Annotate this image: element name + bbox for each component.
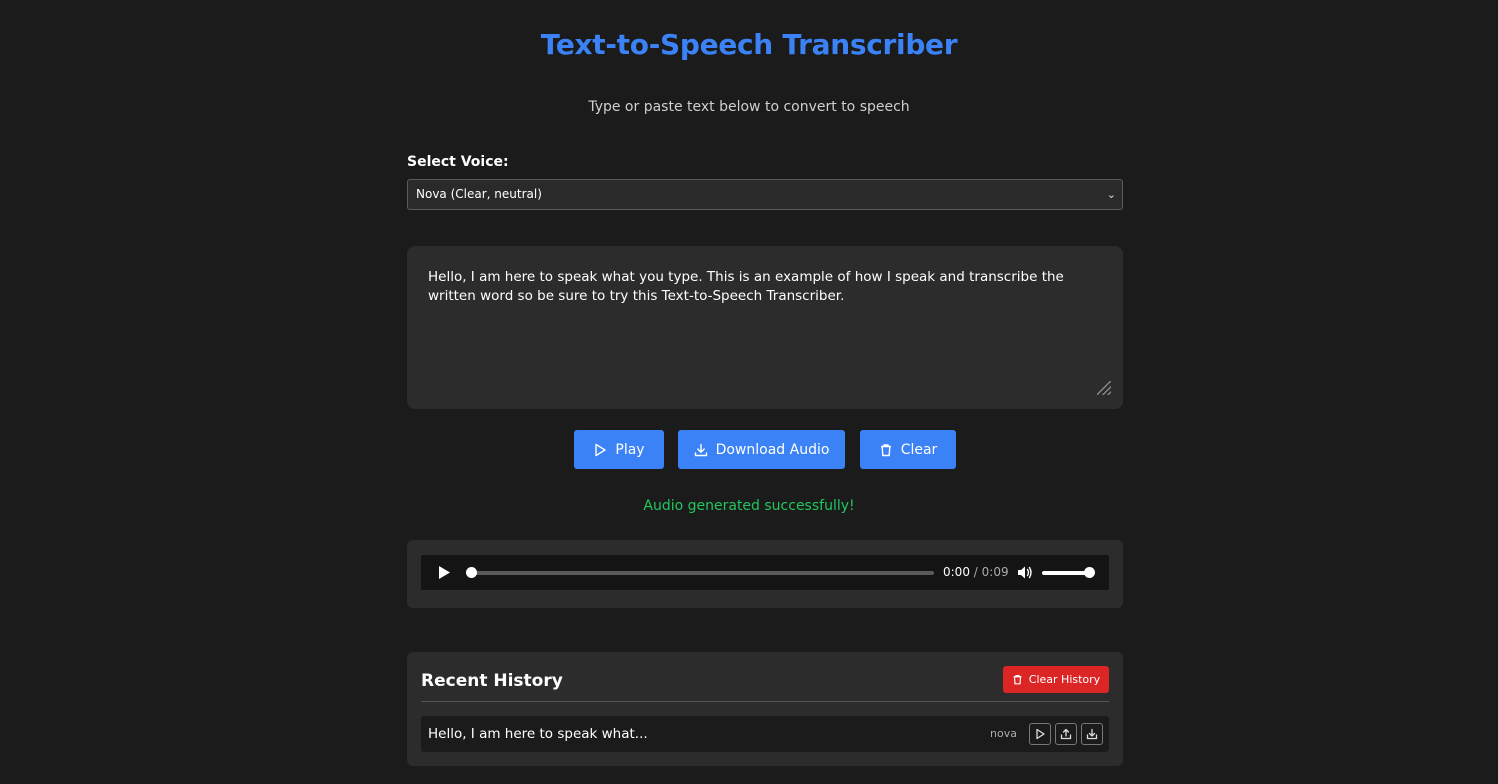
audio-panel: 0:00 / 0:09 xyxy=(407,540,1123,608)
progress-thumb[interactable] xyxy=(466,567,477,578)
download-button-label: Download Audio xyxy=(715,441,830,458)
trash-icon xyxy=(880,443,891,456)
history-title: Recent History xyxy=(421,671,563,691)
volume-slider-track[interactable] xyxy=(1042,571,1089,575)
voice-select-value: Nova (Clear, neutral) xyxy=(416,187,542,201)
chevron-down-icon: ⌄ xyxy=(1106,188,1116,201)
clear-history-button[interactable]: Clear History xyxy=(1003,666,1109,693)
duration: / 0:09 xyxy=(973,565,1009,579)
volume-slider-thumb[interactable] xyxy=(1084,567,1095,578)
history-divider xyxy=(421,701,1109,702)
text-input-panel: Hello, I am here to speak what you type.… xyxy=(407,246,1123,409)
current-time: 0:00 xyxy=(943,565,970,579)
progress-track[interactable] xyxy=(469,571,934,575)
download-icon xyxy=(1086,728,1098,740)
play-button-label: Play xyxy=(615,441,645,458)
clear-button-label: Clear xyxy=(900,441,938,458)
clear-button[interactable]: Clear xyxy=(860,430,956,469)
download-audio-button[interactable]: Download Audio xyxy=(678,430,845,469)
history-panel: Recent History Clear History Hello, I am… xyxy=(407,652,1123,766)
play-icon[interactable] xyxy=(437,565,451,580)
history-item-voice: nova xyxy=(990,727,1017,740)
voice-label: Select Voice: xyxy=(407,154,509,170)
page-title: Text-to-Speech Transcriber xyxy=(540,28,958,61)
voice-select[interactable]: Nova (Clear, neutral) ⌄ xyxy=(407,179,1123,210)
share-icon xyxy=(1060,728,1072,740)
history-download-button[interactable] xyxy=(1081,723,1103,745)
text-input[interactable]: Hello, I am here to speak what you type.… xyxy=(428,268,1108,306)
play-button[interactable]: Play xyxy=(574,430,664,469)
volume-icon[interactable] xyxy=(1017,565,1033,580)
page-subtitle: Type or paste text below to convert to s… xyxy=(588,99,910,115)
resize-handle-icon[interactable] xyxy=(1097,381,1111,395)
history-item-text: Hello, I am here to speak what... xyxy=(428,726,648,742)
clear-history-label: Clear History xyxy=(1028,673,1101,686)
audio-player: 0:00 / 0:09 xyxy=(421,555,1109,590)
history-play-button[interactable] xyxy=(1029,723,1051,745)
history-item: Hello, I am here to speak what... nova xyxy=(421,716,1109,752)
status-message: Audio generated successfully! xyxy=(643,498,855,514)
play-icon xyxy=(1036,728,1045,740)
history-share-button[interactable] xyxy=(1055,723,1077,745)
play-icon xyxy=(595,443,607,456)
time-display: 0:00 / 0:09 xyxy=(943,565,1009,579)
trash-icon xyxy=(1013,674,1022,685)
download-icon xyxy=(694,443,707,456)
